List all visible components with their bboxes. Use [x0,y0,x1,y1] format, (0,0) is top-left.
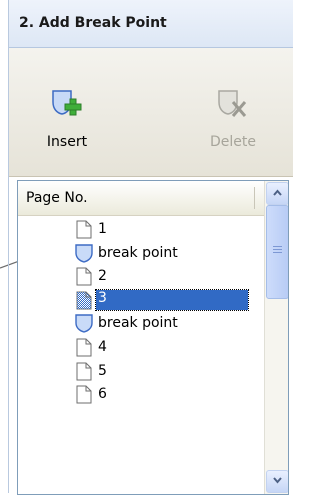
page-icon [76,291,92,310]
list-item-label: 3 [95,288,249,311]
break-point-icon [75,243,93,263]
list-item[interactable]: 5 [18,360,264,384]
page-icon [76,267,92,286]
insert-button[interactable]: Insert [27,68,107,158]
list-item-label: 6 [98,386,107,403]
insert-break-icon [52,90,82,116]
column-separator[interactable] [254,187,255,209]
page-icon [76,338,92,357]
vertical-scrollbar[interactable] [264,181,288,494]
delete-button-label: Delete [210,134,256,150]
list-item[interactable]: 6 [18,383,264,407]
list-item-label: 4 [98,338,107,355]
toolbar: Insert Delete [9,48,293,177]
page-list[interactable]: Page No. 1 break point 2 3 break point 4… [17,180,289,495]
scroll-down-button[interactable] [266,470,288,493]
chevron-up-icon [273,189,282,196]
list-item-label: 2 [98,268,107,285]
page-icon [76,362,92,381]
list-item[interactable]: 4 [18,336,264,360]
delete-button[interactable]: Delete [193,68,273,158]
list-item-label: 5 [98,362,107,379]
list-item-label: 1 [98,221,107,237]
scroll-thumb[interactable] [266,205,288,299]
list-item-label: break point [98,244,178,261]
list-item[interactable]: 1 [18,218,264,242]
column-header-label: Page No. [26,190,88,206]
column-header[interactable]: Page No. [18,181,264,216]
delete-break-icon [218,90,247,117]
list-item[interactable]: 2 [18,265,264,289]
list-item-label: break point [98,315,178,332]
break-point-icon [75,314,93,334]
add-break-point-panel: 2. Add Break Point Insert Delete Page No… [8,0,293,495]
insert-button-label: Insert [46,134,88,150]
list-item-selected[interactable]: 3 [18,288,264,313]
list-rows: 1 break point 2 3 break point 4 5 6 [18,218,264,407]
page-icon [76,220,92,239]
scroll-up-button[interactable] [266,182,288,205]
chevron-down-icon [273,477,282,484]
page-icon [76,385,92,404]
list-item[interactable]: break point [18,242,264,266]
panel-title: 2. Add Break Point [19,15,167,31]
panel-header: 2. Add Break Point [9,0,293,48]
list-item[interactable]: break point [18,312,264,336]
